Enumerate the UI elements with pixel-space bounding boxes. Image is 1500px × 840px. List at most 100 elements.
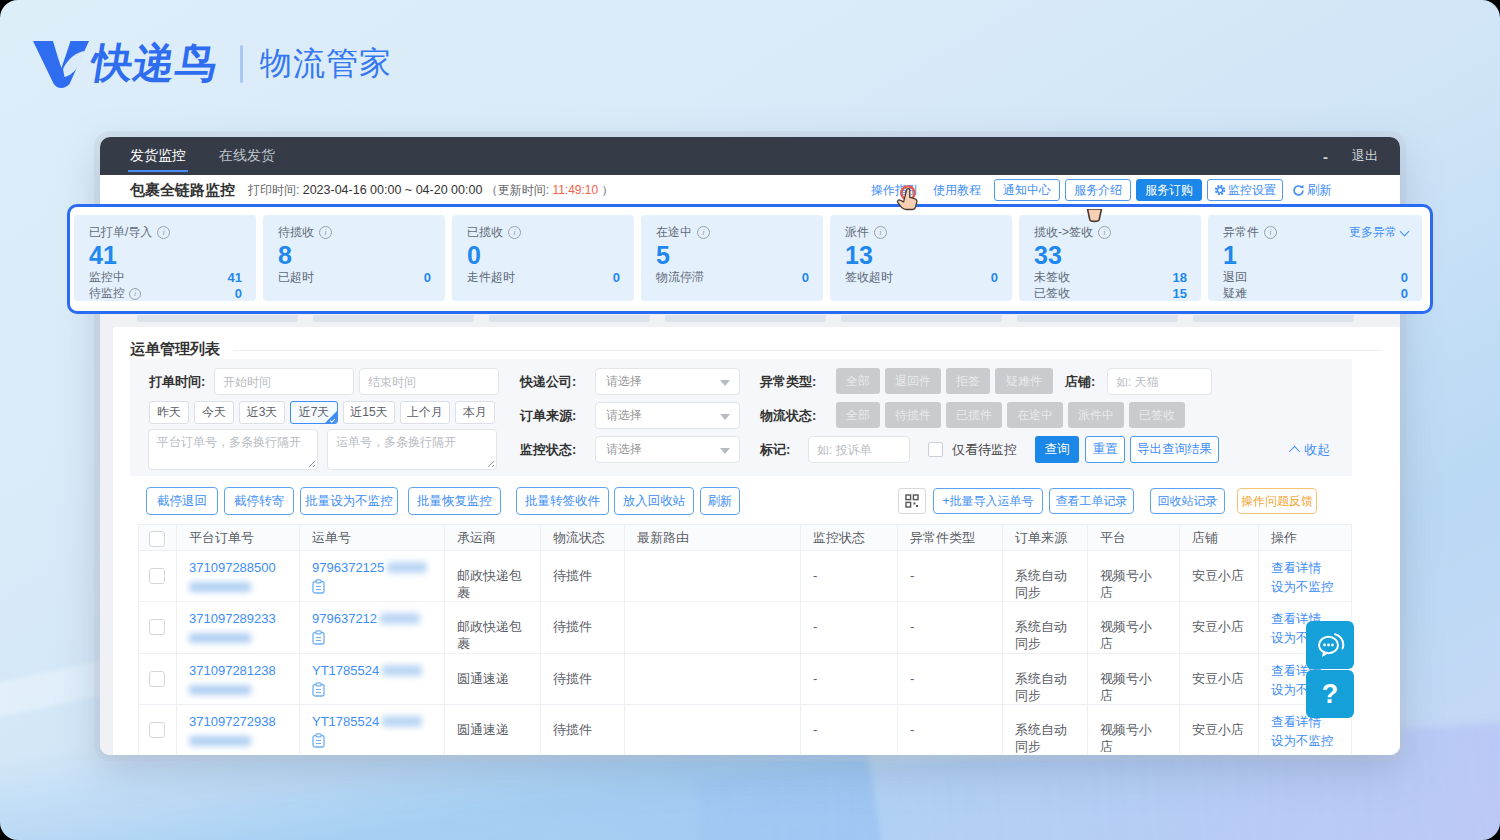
info-icon[interactable]: i [129,288,141,300]
waybill-number[interactable]: YT1785524 [312,713,379,730]
waybill-number[interactable]: 979637212 [312,610,377,627]
shop-input[interactable] [1107,368,1212,395]
header-monitor: 监控状态 [801,525,898,550]
platform-order-number[interactable]: 371097288500 [189,560,276,575]
logistics-status-option[interactable]: 已揽件 [946,402,1002,428]
start-time-input[interactable] [214,368,354,395]
stat-subvalue[interactable]: 0 [235,286,242,301]
set-unmonitor-link[interactable]: 设为不监控 [1271,732,1351,751]
stat-subvalue[interactable]: 41 [228,270,242,285]
quick-range-button[interactable]: 今天 [194,401,234,424]
monitor-setting-button[interactable]: 监控设置 [1207,179,1283,201]
copy-icon[interactable] [312,579,325,594]
row-checkbox[interactable] [149,722,165,738]
batch-import-button[interactable]: +批量导入运单号 [933,488,1043,514]
row-checkbox[interactable] [149,619,165,635]
logistics-status-option[interactable]: 待揽件 [885,402,941,428]
stat-title: 派件 [845,224,869,241]
order-source-select[interactable]: 请选择 [595,402,740,429]
abnormal-type-option[interactable]: 退回件 [885,368,941,394]
info-icon[interactable]: i [1098,226,1111,239]
platform-order-number[interactable]: 371097272938 [189,714,276,729]
batch-action-button[interactable]: 截停转寄 [224,487,294,515]
copy-icon[interactable] [312,630,325,645]
reset-button[interactable]: 重置 [1085,436,1125,463]
tab-online-shipping[interactable]: 在线发货 [219,137,275,175]
batch-action-button[interactable]: 放入回收站 [614,487,694,515]
abnormal-type-option[interactable]: 全部 [836,368,880,394]
logistics-status-option[interactable]: 全部 [836,402,880,428]
platform-order-number[interactable]: 371097281238 [189,663,276,678]
batch-action-button[interactable]: 刷新 [700,487,740,515]
set-unmonitor-link[interactable]: 设为不监控 [1271,578,1351,597]
batch-action-button[interactable]: 批量恢复监控 [408,487,501,515]
recycle-record-button[interactable]: 回收站记录 [1150,488,1225,514]
help-button[interactable]: ? [1306,670,1354,718]
copy-icon[interactable] [312,733,325,748]
more-abnormal-link[interactable]: 更多异常 [1349,224,1408,241]
info-icon[interactable]: i [157,226,170,239]
batch-action-button[interactable]: 批量设为不监控 [300,487,398,515]
row-checkbox[interactable] [149,568,165,584]
logistics-status-option[interactable]: 派件中 [1068,402,1124,428]
status-cell: 待揽件 [541,551,625,601]
minimize-button[interactable]: - [1323,148,1328,165]
info-icon[interactable]: i [319,226,332,239]
quick-range-button[interactable]: 上个月 [400,401,450,424]
export-button[interactable]: 导出查询结果 [1130,436,1219,463]
quick-range-button[interactable]: 近15天 [343,401,395,424]
waybill-number[interactable]: YT1785524 [312,662,379,679]
platform-order-textarea[interactable] [148,429,318,470]
stat-subvalue[interactable]: 15 [1173,286,1187,301]
logistics-status-option[interactable]: 在途中 [1007,402,1063,428]
link-tutorial[interactable]: 使用教程 [933,182,981,199]
quick-range-button[interactable]: 昨天 [149,401,189,424]
express-company-select[interactable]: 请选择 [595,368,740,395]
quick-range-button[interactable]: 近3天 [239,401,285,424]
abnormal-type-option[interactable]: 疑难件 [995,368,1053,394]
waybill-textarea[interactable] [327,429,497,470]
waybill-number[interactable]: 9796372125 [312,559,384,576]
status-cell: 待揽件 [541,705,625,755]
view-detail-link[interactable]: 查看详情 [1271,559,1351,578]
collapse-link[interactable]: 收起 [1292,436,1330,463]
logistics-status-option[interactable]: 已签收 [1129,402,1185,428]
batch-action-button[interactable]: 批量转签收件 [516,487,609,515]
select-all-checkbox[interactable] [149,531,165,547]
info-icon[interactable]: i [1264,226,1277,239]
row-checkbox[interactable] [149,671,165,687]
logout-button[interactable]: 退出 [1352,147,1378,165]
abnormal-type-option[interactable]: 拒签 [946,368,990,394]
stat-subvalue[interactable]: 0 [1401,270,1408,285]
stat-subvalue[interactable]: 0 [802,270,809,285]
tab-shipping-monitor[interactable]: 发货监控 [130,137,186,175]
stat-subvalue[interactable]: 0 [991,270,998,285]
feedback-button[interactable]: 操作问题反馈 [1237,488,1317,514]
notice-center-button[interactable]: 通知中心 [994,179,1060,201]
copy-icon[interactable] [312,682,325,697]
batch-action-button[interactable]: 截停退回 [146,487,218,515]
column-config-button[interactable] [898,488,926,514]
query-button[interactable]: 查询 [1035,436,1079,463]
work-record-button[interactable]: 查看工单记录 [1049,488,1134,514]
info-icon[interactable]: i [874,226,887,239]
service-intro-button[interactable]: 服务介绍 [1065,179,1131,201]
monitor-status-select[interactable]: 请选择 [595,436,740,463]
info-icon[interactable]: i [508,226,521,239]
status-cell: 待揽件 [541,654,625,704]
info-icon[interactable]: i [697,226,710,239]
stat-subvalue[interactable]: 0 [424,270,431,285]
quick-range-button[interactable]: 本月 [455,401,495,424]
only-monitor-checkbox[interactable] [928,442,943,457]
platform-order-number[interactable]: 371097289233 [189,611,276,626]
end-time-input[interactable] [359,368,499,395]
service-order-button[interactable]: 服务订购 [1136,179,1202,201]
quick-range-button[interactable]: 近7天 [290,401,338,424]
stat-subvalue[interactable]: 18 [1173,270,1187,285]
customer-service-button[interactable] [1306,621,1354,669]
stat-subvalue[interactable]: 0 [1401,286,1408,301]
corner-check-icon [325,411,337,423]
mark-input[interactable] [808,436,910,463]
refresh-button[interactable]: 刷新 [1292,182,1332,199]
stat-subvalue[interactable]: 0 [613,270,620,285]
